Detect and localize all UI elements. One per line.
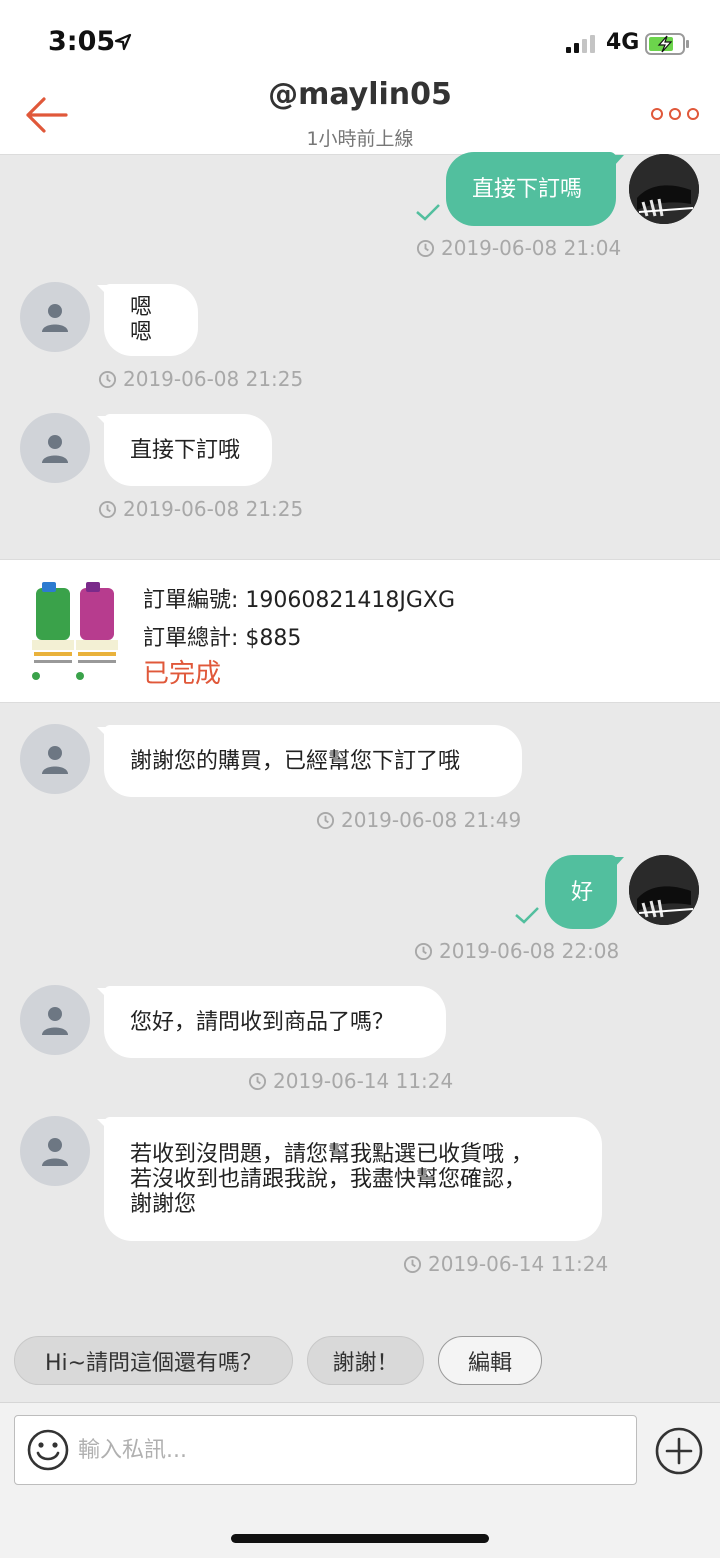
message-bubble: 謝謝您的購買，已經幫您下訂了哦 [104, 725, 522, 797]
network-type: 4G [606, 30, 640, 55]
message-text-line: 若沒收到也請跟我說，我盡快幫您確認， [130, 1166, 527, 1192]
message-text-line: 謝謝您 [130, 1191, 197, 1217]
message-bubble: 您好，請問收到商品了嗎？ [104, 986, 446, 1058]
message-timestamp: 2019-06-08 22:08 [414, 939, 619, 963]
more-dots-icon[interactable] [651, 108, 699, 120]
seller-avatar[interactable] [20, 1116, 90, 1186]
message-text: 好 [571, 879, 594, 905]
clock-icon [316, 811, 335, 829]
message-text-line: 若收到沒問題，請您幫我點選已收貨哦 ， [130, 1141, 533, 1167]
message-timestamp: 2019-06-14 11:24 [248, 1069, 453, 1093]
message-text: 您好，請問收到商品了嗎？ [130, 1009, 395, 1035]
seller-avatar[interactable] [20, 282, 90, 352]
order-card[interactable]: 訂單編號: 19060821418JGXG 訂單總計: $885 [0, 559, 720, 703]
message-timestamp: 2019-06-08 21:04 [416, 236, 621, 260]
battery-icon [645, 33, 689, 55]
message-bubble: 直接下訂嗎 [446, 152, 616, 226]
message-timestamp: 2019-06-14 11:24 [403, 1252, 608, 1276]
message-timestamp: 2019-06-08 21:49 [316, 808, 521, 832]
message-bubble: 直接下訂哦 [104, 414, 272, 486]
message-input[interactable] [78, 1430, 618, 1470]
status-time: 3:05 [48, 26, 116, 57]
seller-avatar[interactable] [20, 985, 90, 1055]
conversation-title: @maylin05 [268, 77, 452, 112]
location-arrow-icon [114, 33, 132, 51]
product-thumbnail [28, 578, 122, 686]
header-bar: 3:05 4G @maylin05 1小時前上線 [0, 0, 720, 155]
my-avatar[interactable] [629, 154, 699, 224]
read-check-icon [416, 204, 440, 221]
clock-icon [98, 370, 117, 388]
order-total: 訂單總計: $885 [143, 626, 302, 651]
message-text: 嗯嗯 [130, 295, 153, 345]
plus-circle-icon[interactable] [654, 1426, 704, 1476]
message-bubble: 若收到沒問題，請您幫我點選已收貨哦 ， 若沒收到也請跟我說，我盡快幫您確認， 謝… [104, 1117, 602, 1241]
clock-icon [248, 1072, 267, 1090]
clock-icon [414, 942, 433, 960]
message-bubble: 嗯嗯 [104, 284, 198, 356]
message-timestamp: 2019-06-08 21:25 [98, 497, 303, 521]
bubble-tail [600, 857, 624, 879]
message-timestamp: 2019-06-08 21:25 [98, 367, 303, 391]
smiley-icon[interactable] [26, 1428, 70, 1472]
edit-quick-replies-button[interactable]: 編輯 [438, 1336, 542, 1385]
order-number: 訂單編號: 19060821418JGXG [143, 588, 456, 613]
clock-icon [416, 239, 435, 257]
message-text: 謝謝您的購買，已經幫您下訂了哦 [130, 748, 461, 774]
user-icon [42, 1138, 68, 1166]
my-avatar[interactable] [629, 855, 699, 925]
seller-avatar[interactable] [20, 724, 90, 794]
cell-signal-icon [566, 35, 595, 53]
bubble-tail [600, 155, 624, 177]
last-seen-status: 1小時前上線 [306, 128, 414, 150]
seller-avatar[interactable] [20, 413, 90, 483]
read-check-icon [515, 907, 539, 924]
user-icon [42, 304, 68, 332]
user-icon [42, 435, 68, 463]
clock-icon [403, 1255, 422, 1273]
message-text: 直接下訂嗎 [472, 176, 583, 202]
quick-reply-chip[interactable]: 謝謝！ [307, 1336, 424, 1385]
order-status: 已完成 [143, 659, 222, 689]
message-text: 直接下訂哦 [130, 437, 241, 463]
quick-reply-chip[interactable]: Hi~請問這個還有嗎？ [14, 1336, 293, 1385]
user-icon [42, 746, 68, 774]
home-indicator [231, 1534, 489, 1543]
clock-icon [98, 500, 117, 518]
user-icon [42, 1007, 68, 1035]
